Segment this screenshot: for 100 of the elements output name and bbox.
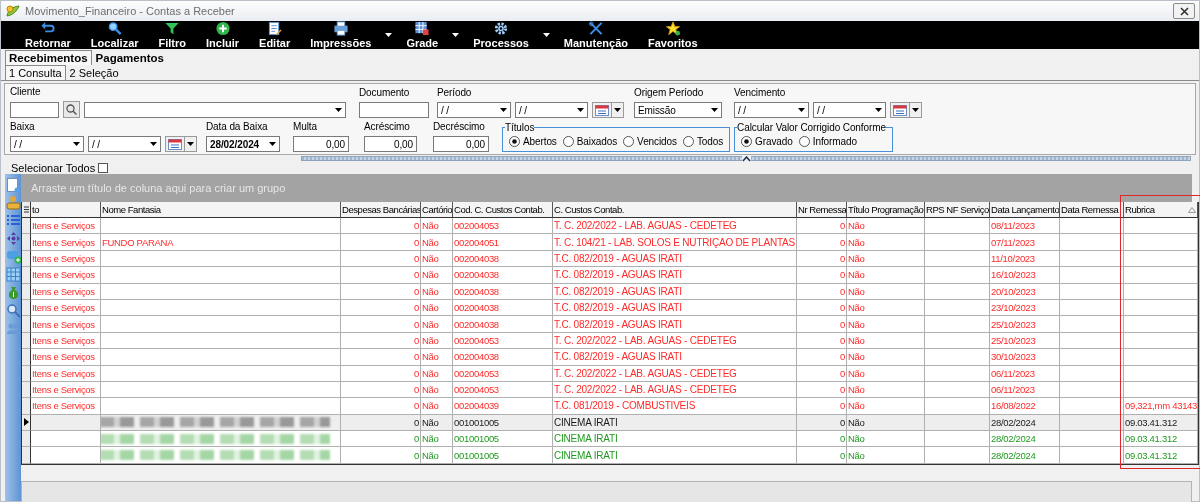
table-cell: Não xyxy=(847,218,925,235)
toolbar-button[interactable]: Editar xyxy=(249,21,301,49)
dropdown-field[interactable]: / / xyxy=(88,136,161,152)
calendar-icon xyxy=(168,138,182,150)
calendar-button[interactable] xyxy=(165,136,197,152)
column-header[interactable]: RPS NF Serviço xyxy=(925,202,990,218)
calendar-button[interactable] xyxy=(890,102,922,118)
row-indicator[interactable] xyxy=(22,234,31,251)
input-field[interactable]: 0,00 xyxy=(364,136,417,152)
table-cell: Não xyxy=(847,381,925,399)
table-cell: FUNDO PARANA xyxy=(101,234,341,251)
caret-icon xyxy=(798,108,805,112)
column-header[interactable]: Título Programação xyxy=(847,202,925,218)
dropdown-field[interactable]: / / xyxy=(10,136,84,152)
table-cell: Não xyxy=(421,316,453,333)
toolbar-button[interactable]: Manutenção xyxy=(553,21,639,49)
column-header[interactable]: Cartório xyxy=(421,202,453,218)
column-header[interactable]: Nome Fantasia xyxy=(101,202,341,218)
column-chooser-icon[interactable] xyxy=(22,202,31,218)
dropdown-field[interactable] xyxy=(84,101,346,118)
table-cell xyxy=(1060,218,1124,235)
checkbox[interactable] xyxy=(98,163,109,173)
row-indicator[interactable] xyxy=(22,398,31,415)
row-indicator[interactable] xyxy=(22,365,31,382)
column-header[interactable]: Despesas Bancárias xyxy=(341,202,421,218)
table-cell: T. C. 202/2022 - LAB. AGUAS - CEDETEG xyxy=(553,381,797,399)
table-cell: 16/10/2023 xyxy=(990,267,1060,284)
field-label: Documento xyxy=(359,87,411,100)
splitter-handle[interactable] xyxy=(301,156,1191,161)
caret-icon xyxy=(711,108,718,112)
row-indicator[interactable] xyxy=(22,349,31,366)
row-indicator[interactable] xyxy=(22,316,31,333)
toolbar-button[interactable]: Impressões xyxy=(300,21,382,49)
radio-option[interactable]: Vencidos xyxy=(623,135,677,147)
toolbar-button[interactable]: Grade xyxy=(396,21,449,49)
toolbar-button[interactable]: Filtro xyxy=(148,21,197,49)
search-button[interactable] xyxy=(63,101,80,118)
row-indicator[interactable] xyxy=(22,267,31,284)
column-header[interactable]: Nr Remessa xyxy=(797,202,847,218)
column-header[interactable]: Rubrica xyxy=(1124,202,1198,218)
calendar-icon xyxy=(893,104,907,116)
column-header[interactable]: Data Remessa xyxy=(1060,202,1124,218)
row-indicator[interactable] xyxy=(22,299,31,317)
row-indicator[interactable] xyxy=(22,250,31,268)
table-cell xyxy=(1060,431,1124,448)
dropdown-field[interactable]: 28/02/2024 xyxy=(206,136,280,152)
table-cell: Itens e Serviços xyxy=(31,250,101,268)
move-arrows-icon[interactable] xyxy=(5,231,21,246)
input-field[interactable]: 0,00 xyxy=(293,136,349,152)
tab[interactable]: 1 Consulta xyxy=(5,65,66,80)
table-cell xyxy=(925,349,990,366)
table-cell: Não xyxy=(421,447,453,464)
table-cell: 0 xyxy=(341,299,421,317)
table-cell: 25/10/2023 xyxy=(990,316,1060,333)
column-header[interactable]: Data Lançamento xyxy=(990,202,1060,218)
dropdown-field[interactable]: / / xyxy=(813,102,886,118)
toolbar-button[interactable]: Incluir xyxy=(196,21,250,49)
toolbar-button[interactable]: Retornar xyxy=(15,21,81,49)
radio-option[interactable]: Todos xyxy=(682,135,724,147)
dropdown-field[interactable]: / / xyxy=(437,102,511,118)
calendar-button[interactable] xyxy=(592,102,624,118)
tab[interactable]: Pagamentos xyxy=(91,50,168,65)
radio-option[interactable]: Abertos xyxy=(509,135,557,147)
toolbar-button[interactable]: Localizar xyxy=(80,21,149,49)
row-indicator[interactable] xyxy=(22,381,31,399)
caret-icon xyxy=(187,142,194,146)
table-cell: T.C. 082/2019 - AGUAS IRATI xyxy=(553,316,797,333)
table-cell: 0 xyxy=(797,267,847,284)
dropdown-field[interactable]: / / xyxy=(515,102,588,118)
toolbar-button[interactable]: Processos xyxy=(463,21,539,49)
dropdown-field[interactable]: / / xyxy=(734,102,809,118)
table-cell: 002004038 xyxy=(453,250,553,268)
row-indicator[interactable] xyxy=(22,218,31,235)
tab[interactable]: Recebimentos xyxy=(5,50,92,65)
input-field[interactable]: 0,00 xyxy=(433,136,489,152)
radio-option[interactable]: Baixados xyxy=(562,135,618,147)
table-cell xyxy=(1060,447,1124,464)
input-field[interactable] xyxy=(10,101,59,118)
row-indicator[interactable] xyxy=(22,332,31,350)
tab[interactable]: 2 Seleção xyxy=(65,65,123,80)
page-icon[interactable] xyxy=(5,177,21,192)
radio-option[interactable]: Informado xyxy=(798,135,857,147)
column-header[interactable]: Cod. C. Custos Contab. xyxy=(453,202,553,218)
close-button[interactable] xyxy=(1173,3,1195,19)
row-indicator[interactable] xyxy=(22,431,31,448)
search-icon xyxy=(106,21,123,36)
search-icon[interactable] xyxy=(5,303,21,318)
column-header[interactable]: C. Custos Contab. xyxy=(553,202,797,218)
group-hint: Arraste um título de coluna aqui para criar um grupo xyxy=(31,182,286,194)
row-indicator[interactable] xyxy=(22,283,31,300)
radio-option[interactable]: Gravado xyxy=(741,135,793,147)
table-cell: T.C. 082/2019 - AGUAS IRATI xyxy=(553,349,797,366)
table-cell: Não xyxy=(421,234,453,251)
dropdown-field[interactable]: Emissão xyxy=(634,102,722,118)
input-field[interactable] xyxy=(359,102,429,118)
table-cell xyxy=(1060,267,1124,284)
column-header[interactable]: to xyxy=(31,202,101,218)
row-indicator[interactable] xyxy=(22,447,31,464)
toolbar-button[interactable]: Favoritos xyxy=(638,21,708,49)
table-cell: Não xyxy=(421,332,453,350)
